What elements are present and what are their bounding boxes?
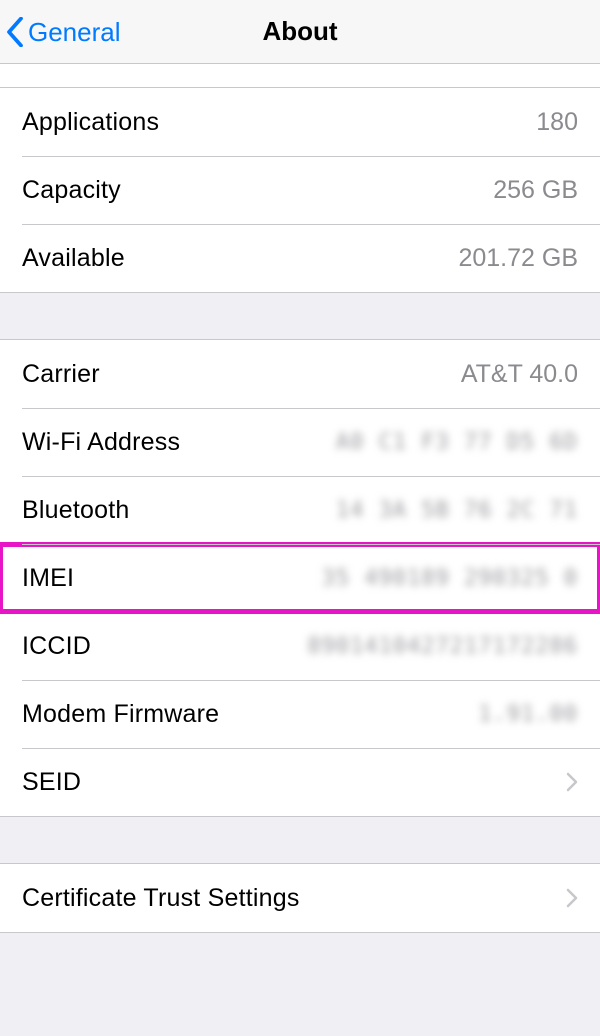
row-right: A0 C1 F3 77 D5 6D [336,430,578,455]
row-right: AT&T 40.0 [461,360,578,389]
row-iccid: ICCID 8901410427217172286 [0,612,600,680]
row-right [554,888,578,908]
section-storage: Applications 180 Capacity 256 GB Available 20… [0,88,600,293]
row-modem-firmware: Modem Firmware 1.91.00 [0,680,600,748]
back-button[interactable]: General [6,0,121,64]
row-label: Capacity [22,176,121,205]
row-value: 8901410427217172286 [307,634,578,659]
row-value: 256 GB [493,176,578,205]
chevron-right-icon [566,772,578,792]
row-label: Certificate Trust Settings [22,884,300,913]
row-right: 8901410427217172286 [307,634,578,659]
row-label: Available [22,244,125,273]
page-title: About [262,16,337,47]
row-applications: Applications 180 [0,88,600,156]
chevron-left-icon [6,17,24,47]
row-label: Applications [22,108,159,137]
row-seid[interactable]: SEID [0,748,600,816]
navbar: General About [0,0,600,64]
row-imei: IMEI 35 490189 290325 0 [0,544,600,612]
row-carrier: Carrier AT&T 40.0 [0,340,600,408]
row-label: ICCID [22,632,91,661]
section-certificates: Certificate Trust Settings [0,863,600,933]
row-right [554,772,578,792]
row-right: 201.72 GB [458,244,578,273]
row-label: Modem Firmware [22,700,219,729]
row-value: AT&T 40.0 [461,360,578,389]
row-right: 14 3A 5B 76 2C 71 [336,498,578,523]
row-right: 1.91.00 [478,702,578,727]
back-label: General [28,17,121,48]
row-value: 180 [536,108,578,137]
row-bluetooth: Bluetooth 14 3A 5B 76 2C 71 [0,476,600,544]
partial-row-peek [0,64,600,88]
row-available: Available 201.72 GB [0,224,600,292]
row-value: A0 C1 F3 77 D5 6D [336,430,578,455]
row-value: 201.72 GB [458,244,578,273]
row-value: 35 490189 290325 0 [322,566,578,591]
section-network: Carrier AT&T 40.0 Wi-Fi Address A0 C1 F3 77… [0,339,600,817]
row-label: Carrier [22,360,100,389]
row-label: IMEI [22,564,74,593]
row-label: Bluetooth [22,496,129,525]
row-label: Wi-Fi Address [22,428,180,457]
row-certificate-trust-settings[interactable]: Certificate Trust Settings [0,864,600,932]
row-right: 35 490189 290325 0 [322,566,578,591]
row-label: SEID [22,768,81,797]
row-right: 180 [536,108,578,137]
row-value: 1.91.00 [478,702,578,727]
row-value: 14 3A 5B 76 2C 71 [336,498,578,523]
row-wi-fi-address: Wi-Fi Address A0 C1 F3 77 D5 6D [0,408,600,476]
chevron-right-icon [566,888,578,908]
row-right: 256 GB [493,176,578,205]
row-capacity: Capacity 256 GB [0,156,600,224]
